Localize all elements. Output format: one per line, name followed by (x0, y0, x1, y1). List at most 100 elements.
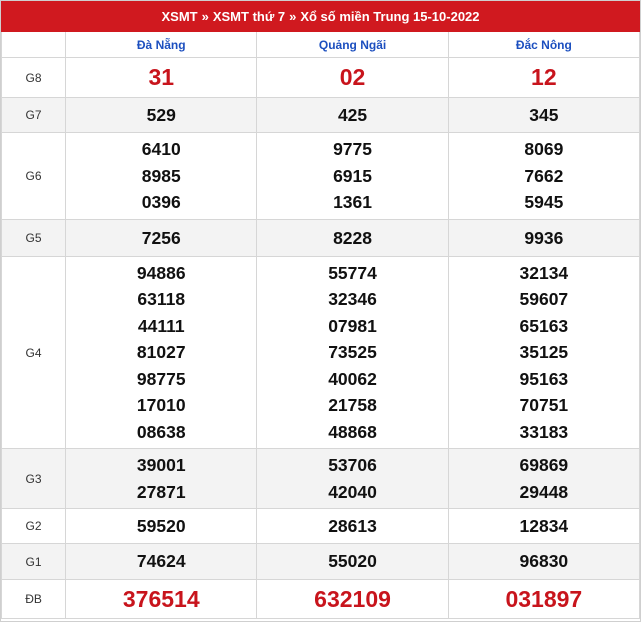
prize-number: 59607 (519, 289, 569, 310)
prize-number-list: 8228 (257, 225, 447, 252)
prize-number-list: 9936 (449, 225, 639, 252)
prize-number: 7256 (141, 227, 181, 248)
highlight-prize-number: 02 (339, 64, 366, 90)
prize-cell: 031897 (447, 579, 640, 619)
prize-number: 17010 (136, 395, 186, 416)
prize-number: 6410 (141, 139, 181, 160)
prize-row-g6: G6 6410 8985 0396 9775 6915 1361 8069 7662 5945 (1, 132, 640, 220)
prize-cell: 55020 (256, 543, 449, 580)
prize-number: 53706 (328, 455, 377, 475)
prize-number: 74624 (136, 551, 186, 572)
prize-number: 0396 (141, 192, 181, 213)
prize-number-list: 031897 (449, 586, 639, 613)
prize-row-g3: G3 39001 27871 53706 42040 69869 29448 (1, 448, 640, 509)
prize-number: 69869 (519, 455, 569, 475)
prize-label: G2 (1, 508, 67, 544)
prize-number: 44111 (137, 315, 185, 336)
prize-row-db: ĐB 376514 632109 031897 (1, 579, 640, 619)
prize-number: 35125 (519, 342, 569, 363)
prize-number: 32134 (519, 262, 569, 283)
prize-cell: 425 (256, 97, 449, 133)
results-table: Đà Nẵng Quảng Ngãi Đắc Nông G8 31 02 12 G7 52… (1, 32, 640, 619)
prize-number-list: 529 (66, 102, 256, 129)
prize-cell: 69869 29448 (447, 448, 640, 509)
prize-cell: 12834 (447, 508, 640, 544)
province-dac-nong[interactable]: Đắc Nông (447, 32, 640, 58)
province-da-nang[interactable]: Đà Nẵng (65, 32, 258, 58)
prize-number: 73525 (328, 342, 377, 363)
province-quang-ngai[interactable]: Quảng Ngãi (256, 32, 449, 58)
breadcrumb-link-xsmt[interactable]: XSMT (161, 9, 197, 24)
prize-label: G1 (1, 543, 67, 580)
prize-label: G3 (1, 448, 67, 509)
prize-number-list: 632109 (257, 586, 447, 613)
prize-label: ĐB (1, 579, 67, 619)
prize-number-list: 39001 27871 (66, 452, 256, 505)
prize-number-list: 69869 29448 (449, 452, 639, 505)
prize-number: 28613 (328, 515, 377, 536)
prize-number: 65163 (519, 315, 569, 336)
prize-number-list: 28613 (257, 513, 447, 540)
prize-number: 39001 (136, 455, 186, 475)
prize-number-list: 9775 6915 1361 (257, 136, 447, 216)
prize-cell: 6410 8985 0396 (65, 132, 258, 220)
prize-cell: 8069 7662 5945 (447, 132, 640, 220)
prize-number: 8228 (333, 227, 372, 248)
highlight-prize-number: 031897 (505, 585, 583, 612)
prize-cell: 8228 (256, 219, 449, 257)
prize-cell: 32134 59607 65163 35125 95163 70751 33183 (447, 256, 640, 449)
prize-label: G8 (1, 57, 67, 98)
prize-number: 96830 (519, 551, 569, 572)
prize-cell: 31 (65, 57, 258, 98)
prize-number: 40062 (328, 368, 377, 389)
prize-number-list: 376514 (66, 586, 256, 613)
prize-number-list: 6410 8985 0396 (66, 136, 256, 216)
prize-number-list: 02 (257, 64, 447, 91)
prize-row-g7: G7 529 425 345 (1, 97, 640, 133)
prize-number: 27871 (136, 481, 186, 502)
prize-cell: 345 (447, 97, 640, 133)
prize-number: 32346 (328, 289, 377, 310)
prize-number: 529 (146, 104, 176, 125)
highlight-prize-number: 31 (148, 64, 175, 90)
prize-number: 59520 (136, 515, 186, 536)
prize-cell: 28613 (256, 508, 449, 544)
prize-row-g4: G4 94886 63118 44111 81027 98775 17010 08638 557… (1, 256, 640, 449)
prize-number-list: 55774 32346 07981 73525 40062 21758 48868 (257, 260, 447, 446)
prize-cell: 55774 32346 07981 73525 40062 21758 48868 (256, 256, 449, 449)
prize-cell: 12 (447, 57, 640, 98)
breadcrumb-link-xsmt-thu-7[interactable]: XSMT thứ 7 (213, 9, 285, 24)
prize-number: 94886 (136, 262, 186, 283)
prize-number: 48868 (328, 421, 377, 442)
prize-number: 08638 (136, 421, 186, 442)
prize-number: 42040 (328, 481, 377, 502)
prize-cell: 39001 27871 (65, 448, 258, 509)
prize-number-list: 74624 (66, 548, 256, 575)
prize-number: 63118 (137, 289, 186, 310)
prize-cell: 632109 (256, 579, 449, 619)
prize-cell: 02 (256, 57, 449, 98)
prize-number: 8069 (524, 139, 564, 160)
breadcrumb-separator: » (201, 9, 209, 24)
prize-number: 7662 (524, 165, 564, 186)
prize-number: 70751 (519, 395, 569, 416)
prize-number: 98775 (136, 368, 186, 389)
prize-number: 6915 (333, 165, 372, 186)
prize-number: 55774 (328, 262, 377, 283)
prize-label: G4 (1, 256, 67, 449)
prize-number: 1361 (333, 192, 372, 213)
prize-number-list: 94886 63118 44111 81027 98775 17010 08638 (66, 260, 256, 446)
highlight-prize-number: 632109 (314, 585, 391, 612)
prize-number-list: 59520 (66, 513, 256, 540)
lottery-results-panel: XSMT » XSMT thứ 7 » Xổ số miền Trung 15-… (0, 0, 641, 622)
prize-number-list: 12834 (449, 513, 639, 540)
prize-number: 95163 (519, 368, 569, 389)
prize-number-list: 53706 42040 (257, 452, 447, 505)
prize-number: 81027 (136, 342, 186, 363)
prize-number: 5945 (524, 192, 564, 213)
prize-label: G6 (1, 132, 67, 220)
highlight-prize-number: 376514 (122, 585, 200, 612)
prize-number: 425 (337, 104, 368, 125)
prize-cell: 53706 42040 (256, 448, 449, 509)
prize-number-list: 345 (449, 102, 639, 129)
